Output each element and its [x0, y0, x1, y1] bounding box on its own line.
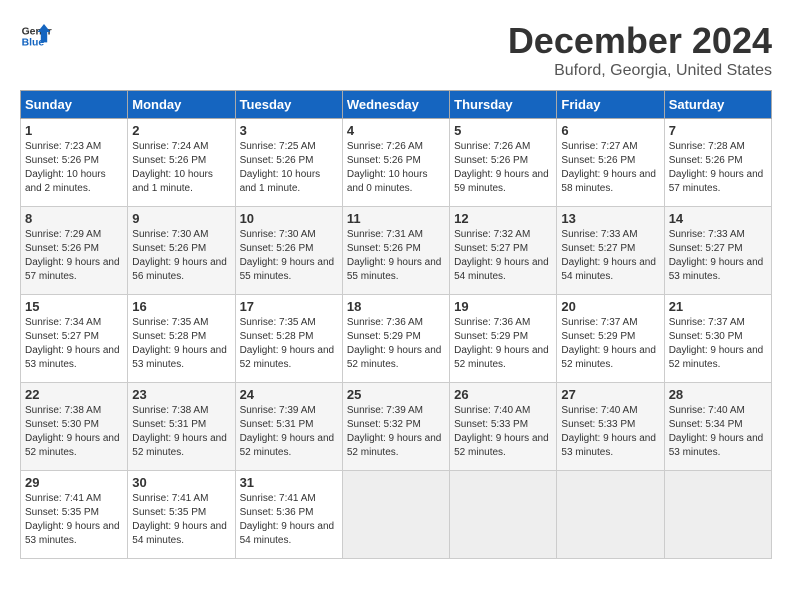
week-3: 15 Sunrise: 7:34 AM Sunset: 5:27 PM Dayl… [21, 295, 772, 383]
day-3: 3 Sunrise: 7:25 AM Sunset: 5:26 PM Dayli… [235, 119, 342, 207]
day4-sunset: Sunset: 5:26 PM [347, 155, 421, 166]
day-18: 18 Sunrise: 7:36 AM Sunset: 5:29 PM Dayl… [342, 295, 449, 383]
day6-sunrise: Sunrise: 7:27 AM [561, 141, 637, 152]
day3-sunset: Sunset: 5:26 PM [240, 155, 314, 166]
day-27: 27 Sunrise: 7:40 AM Sunset: 5:33 PM Dayl… [557, 383, 664, 471]
col-friday: Friday [557, 91, 664, 119]
col-wednesday: Wednesday [342, 91, 449, 119]
empty-cell-3 [557, 471, 664, 559]
day-1: 1 Sunrise: 7:23 AM Sunset: 5:26 PM Dayli… [21, 119, 128, 207]
day7-sunrise: Sunrise: 7:28 AM [669, 141, 745, 152]
day-5: 5 Sunrise: 7:26 AM Sunset: 5:26 PM Dayli… [450, 119, 557, 207]
day2-daylight: Daylight: 10 hours and 1 minute. [132, 169, 213, 194]
location-title: Buford, Georgia, United States [508, 62, 772, 80]
day-13: 13 Sunrise: 7:33 AM Sunset: 5:27 PM Dayl… [557, 207, 664, 295]
day-15: 15 Sunrise: 7:34 AM Sunset: 5:27 PM Dayl… [21, 295, 128, 383]
col-thursday: Thursday [450, 91, 557, 119]
day-12: 12 Sunrise: 7:32 AM Sunset: 5:27 PM Dayl… [450, 207, 557, 295]
col-tuesday: Tuesday [235, 91, 342, 119]
title-section: December 2024 Buford, Georgia, United St… [508, 20, 772, 80]
logo-icon: General Blue [20, 20, 52, 52]
calendar-header-row: Sunday Monday Tuesday Wednesday Thursday… [21, 91, 772, 119]
day-30: 30 Sunrise: 7:41 AM Sunset: 5:35 PM Dayl… [128, 471, 235, 559]
day-8: 8 Sunrise: 7:29 AM Sunset: 5:26 PM Dayli… [21, 207, 128, 295]
month-title: December 2024 [508, 20, 772, 62]
col-saturday: Saturday [664, 91, 771, 119]
day-23: 23 Sunrise: 7:38 AM Sunset: 5:31 PM Dayl… [128, 383, 235, 471]
week-1: 1 Sunrise: 7:23 AM Sunset: 5:26 PM Dayli… [21, 119, 772, 207]
day2-sunrise: Sunrise: 7:24 AM [132, 141, 208, 152]
day4-sunrise: Sunrise: 7:26 AM [347, 141, 423, 152]
logo: General Blue [20, 20, 52, 52]
day-28: 28 Sunrise: 7:40 AM Sunset: 5:34 PM Dayl… [664, 383, 771, 471]
day-29: 29 Sunrise: 7:41 AM Sunset: 5:35 PM Dayl… [21, 471, 128, 559]
day-14: 14 Sunrise: 7:33 AM Sunset: 5:27 PM Dayl… [664, 207, 771, 295]
day7-daylight: Daylight: 9 hours and 57 minutes. [669, 169, 764, 194]
day-31: 31 Sunrise: 7:41 AM Sunset: 5:36 PM Dayl… [235, 471, 342, 559]
day-4: 4 Sunrise: 7:26 AM Sunset: 5:26 PM Dayli… [342, 119, 449, 207]
day-2: 2 Sunrise: 7:24 AM Sunset: 5:26 PM Dayli… [128, 119, 235, 207]
day-25: 25 Sunrise: 7:39 AM Sunset: 5:32 PM Dayl… [342, 383, 449, 471]
day5-sunset: Sunset: 5:26 PM [454, 155, 528, 166]
day1-sunrise: Sunrise: 7:23 AM [25, 141, 101, 152]
calendar-table: Sunday Monday Tuesday Wednesday Thursday… [20, 90, 772, 559]
day6-sunset: Sunset: 5:26 PM [561, 155, 635, 166]
day1-daylight: Daylight: 10 hours and 2 minutes. [25, 169, 106, 194]
empty-cell-1 [342, 471, 449, 559]
day-11: 11 Sunrise: 7:31 AM Sunset: 5:26 PM Dayl… [342, 207, 449, 295]
day-24: 24 Sunrise: 7:39 AM Sunset: 5:31 PM Dayl… [235, 383, 342, 471]
day-16: 16 Sunrise: 7:35 AM Sunset: 5:28 PM Dayl… [128, 295, 235, 383]
empty-cell-2 [450, 471, 557, 559]
empty-cell-4 [664, 471, 771, 559]
day6-daylight: Daylight: 9 hours and 58 minutes. [561, 169, 656, 194]
col-sunday: Sunday [21, 91, 128, 119]
day-10: 10 Sunrise: 7:30 AM Sunset: 5:26 PM Dayl… [235, 207, 342, 295]
day-22: 22 Sunrise: 7:38 AM Sunset: 5:30 PM Dayl… [21, 383, 128, 471]
day4-daylight: Daylight: 10 hours and 0 minutes. [347, 169, 428, 194]
day1-sunset: Sunset: 5:26 PM [25, 155, 99, 166]
day-26: 26 Sunrise: 7:40 AM Sunset: 5:33 PM Dayl… [450, 383, 557, 471]
day2-sunset: Sunset: 5:26 PM [132, 155, 206, 166]
day3-sunrise: Sunrise: 7:25 AM [240, 141, 316, 152]
day-7: 7 Sunrise: 7:28 AM Sunset: 5:26 PM Dayli… [664, 119, 771, 207]
day-17: 17 Sunrise: 7:35 AM Sunset: 5:28 PM Dayl… [235, 295, 342, 383]
week-2: 8 Sunrise: 7:29 AM Sunset: 5:26 PM Dayli… [21, 207, 772, 295]
day-20: 20 Sunrise: 7:37 AM Sunset: 5:29 PM Dayl… [557, 295, 664, 383]
page-header: General Blue December 2024 Buford, Georg… [20, 20, 772, 80]
col-monday: Monday [128, 91, 235, 119]
day-21: 21 Sunrise: 7:37 AM Sunset: 5:30 PM Dayl… [664, 295, 771, 383]
day5-sunrise: Sunrise: 7:26 AM [454, 141, 530, 152]
day-6: 6 Sunrise: 7:27 AM Sunset: 5:26 PM Dayli… [557, 119, 664, 207]
day-9: 9 Sunrise: 7:30 AM Sunset: 5:26 PM Dayli… [128, 207, 235, 295]
week-5: 29 Sunrise: 7:41 AM Sunset: 5:35 PM Dayl… [21, 471, 772, 559]
day5-daylight: Daylight: 9 hours and 59 minutes. [454, 169, 549, 194]
day-19: 19 Sunrise: 7:36 AM Sunset: 5:29 PM Dayl… [450, 295, 557, 383]
day7-sunset: Sunset: 5:26 PM [669, 155, 743, 166]
week-4: 22 Sunrise: 7:38 AM Sunset: 5:30 PM Dayl… [21, 383, 772, 471]
day3-daylight: Daylight: 10 hours and 1 minute. [240, 169, 321, 194]
